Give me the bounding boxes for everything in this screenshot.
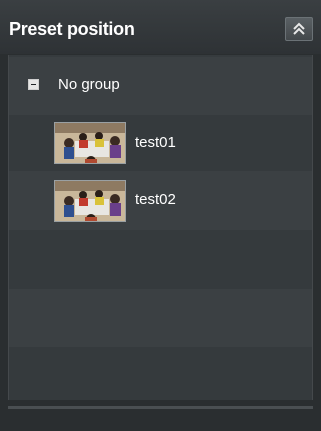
panel-title: Preset position: [9, 19, 135, 39]
preset-thumbnail-image: [54, 122, 126, 164]
panel-footer: [0, 400, 321, 431]
preset-label: test01: [135, 134, 176, 151]
group-row[interactable]: No group: [9, 57, 312, 115]
preset-list: No group test01 test02: [8, 55, 313, 400]
double-chevron-up-icon: [293, 22, 305, 35]
preset-thumbnail-image: [54, 180, 126, 222]
preset-item[interactable]: test02: [9, 171, 312, 230]
empty-row: [9, 347, 312, 400]
collapse-minus-icon[interactable]: [28, 79, 39, 90]
empty-row: [9, 230, 312, 289]
collapse-button[interactable]: [285, 17, 313, 41]
group-label: No group: [58, 76, 120, 93]
panel-divider: [8, 406, 313, 409]
empty-row: [9, 289, 312, 347]
preset-item[interactable]: test01: [9, 115, 312, 171]
panel-header: Preset position: [0, 0, 321, 54]
preset-position-panel: Preset position No group test01 test02: [0, 0, 321, 431]
preset-label: test02: [135, 191, 176, 208]
